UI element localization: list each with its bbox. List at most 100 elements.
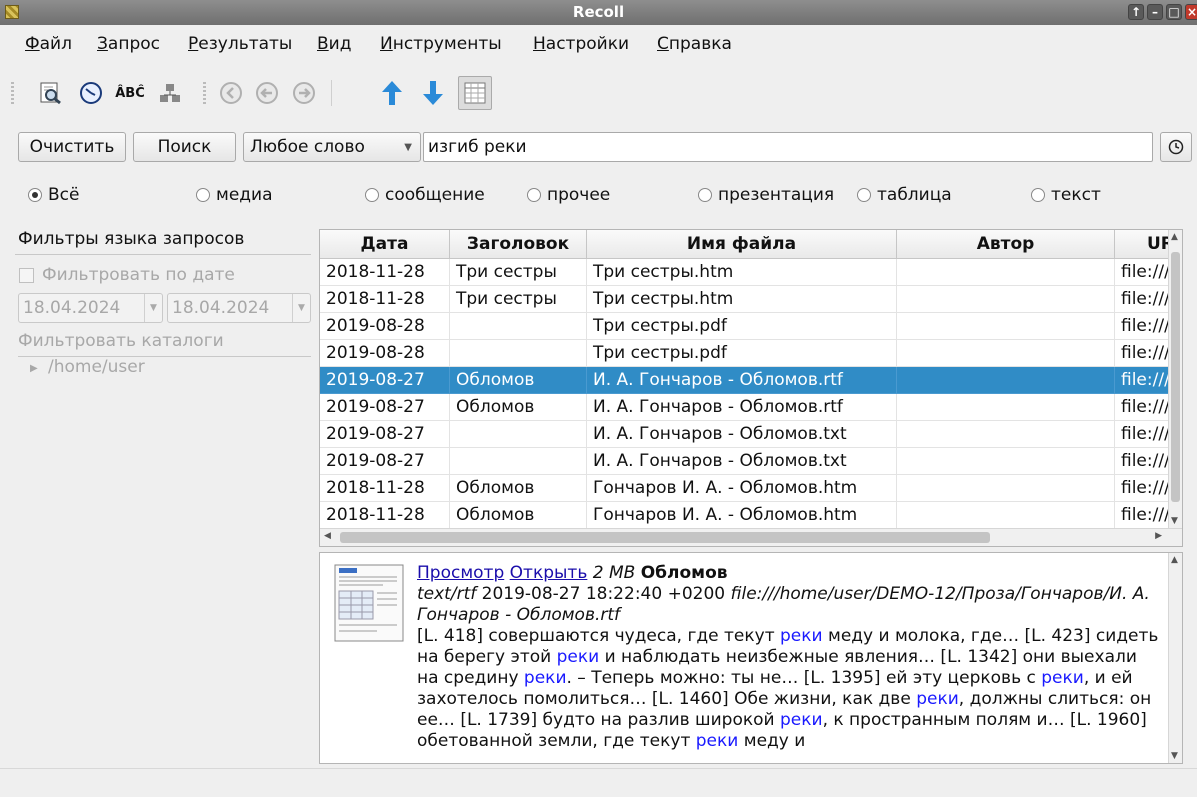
table-row[interactable]: 2019-08-28 Три сестры.pdf file:///h bbox=[320, 340, 1182, 367]
table-row[interactable]: 2018-11-28 Обломов Гончаров И. А. - Обломо… bbox=[320, 502, 1182, 529]
scroll-left-icon[interactable]: ◀ bbox=[324, 531, 331, 541]
open-link[interactable]: Открыть bbox=[510, 563, 588, 583]
sort-up-icon[interactable] bbox=[377, 78, 407, 108]
table-row[interactable]: 2019-08-27 Обломов И. А. Гончаров - Обломо… bbox=[320, 394, 1182, 421]
cell-file: Три сестры.htm bbox=[587, 259, 897, 286]
radio-spreadsheet[interactable]: таблица bbox=[857, 185, 952, 205]
history-dropdown-button[interactable] bbox=[1160, 132, 1192, 162]
toolbar-grip-2[interactable] bbox=[203, 82, 206, 104]
radio-text[interactable]: текст bbox=[1031, 185, 1101, 205]
toolbar-grip[interactable] bbox=[11, 82, 14, 104]
spelling-icon[interactable]: ÂBĈ bbox=[115, 78, 145, 108]
cell-title bbox=[450, 421, 587, 448]
cell-title: Обломов bbox=[450, 394, 587, 421]
radio-other[interactable]: прочее bbox=[527, 185, 610, 205]
cell-date: 2018-11-28 bbox=[320, 475, 450, 502]
toolbar: ÂBĈ bbox=[0, 68, 1197, 116]
cell-date: 2019-08-28 bbox=[320, 313, 450, 340]
search-input[interactable]: изгиб реки bbox=[423, 132, 1153, 162]
menu-settings[interactable]: Настройки bbox=[533, 34, 629, 54]
search-button[interactable]: Поиск bbox=[133, 132, 236, 162]
scroll-up-icon[interactable]: ▲ bbox=[1171, 555, 1178, 565]
scroll-right-icon[interactable]: ▶ bbox=[1155, 531, 1162, 541]
index-icon[interactable] bbox=[155, 78, 185, 108]
scroll-down-icon[interactable]: ▼ bbox=[1171, 751, 1178, 761]
result-datetime: 2019-08-27 18:22:40 +0200 bbox=[481, 584, 726, 604]
cell-file: Три сестры.pdf bbox=[587, 313, 897, 340]
table-row[interactable]: 2019-08-28 Три сестры.pdf file:///h bbox=[320, 313, 1182, 340]
menu-results[interactable]: Результаты bbox=[188, 34, 292, 54]
cell-date: 2019-08-28 bbox=[320, 340, 450, 367]
tree-expand-icon[interactable]: ▶ bbox=[30, 363, 38, 374]
cell-author bbox=[897, 502, 1115, 529]
scrollbar-thumb[interactable] bbox=[1171, 252, 1180, 502]
history-icon[interactable] bbox=[76, 78, 106, 108]
preview-vscrollbar[interactable]: ▲ ▼ bbox=[1168, 553, 1182, 763]
table-row[interactable]: 2018-11-28 Три сестры Три сестры.htm file:/… bbox=[320, 286, 1182, 313]
minimize-button[interactable]: – bbox=[1147, 4, 1163, 20]
menu-help[interactable]: Справка bbox=[657, 34, 732, 54]
close-button[interactable]: × bbox=[1185, 4, 1197, 20]
results-table: Дата Заголовок Имя файла Автор URL 2018-… bbox=[319, 229, 1183, 547]
col-filename[interactable]: Имя файла bbox=[587, 230, 897, 259]
menu-tools[interactable]: Инструменты bbox=[380, 34, 502, 54]
table-row[interactable]: 2019-08-27 Обломов И. А. Гончаров - Обломо… bbox=[320, 367, 1182, 394]
date-filter-checkbox[interactable] bbox=[19, 268, 34, 283]
cell-author bbox=[897, 421, 1115, 448]
back-icon[interactable] bbox=[216, 78, 246, 108]
scroll-down-icon[interactable]: ▼ bbox=[1171, 516, 1178, 526]
menu-file[interactable]: Файл bbox=[25, 34, 72, 54]
table-row[interactable]: 2018-11-28 Три сестры Три сестры.htm file:/… bbox=[320, 259, 1182, 286]
date-from-field[interactable]: 18.04.2024 ▼ bbox=[18, 293, 163, 323]
query-tool-icon[interactable] bbox=[35, 78, 65, 108]
highlighted-term: реки bbox=[916, 689, 959, 709]
cell-date: 2019-08-27 bbox=[320, 421, 450, 448]
radio-presentation[interactable]: презентация bbox=[698, 185, 834, 205]
cell-title: Обломов bbox=[450, 367, 587, 394]
cell-author bbox=[897, 394, 1115, 421]
cell-file: И. А. Гончаров - Обломов.txt bbox=[587, 421, 897, 448]
col-author[interactable]: Автор bbox=[897, 230, 1115, 259]
cell-title bbox=[450, 340, 587, 367]
prev-icon[interactable] bbox=[252, 78, 282, 108]
table-view-icon[interactable] bbox=[458, 76, 492, 110]
table-hscrollbar[interactable]: ◀ ▶ bbox=[320, 528, 1182, 546]
menu-query[interactable]: Запрос bbox=[97, 34, 160, 54]
search-mode-select[interactable]: Любое слово ▼ bbox=[243, 132, 421, 162]
maximize-button[interactable]: □ bbox=[1166, 4, 1182, 20]
col-title[interactable]: Заголовок bbox=[450, 230, 587, 259]
preview-text: Просмотр Открыть 2 MB Обломов text/rtf 2… bbox=[417, 563, 1162, 752]
preview-link[interactable]: Просмотр bbox=[417, 563, 504, 583]
radio-dot bbox=[527, 188, 541, 202]
cell-date: 2018-11-28 bbox=[320, 286, 450, 313]
date-from-value: 18.04.2024 bbox=[23, 298, 121, 318]
cell-file: И. А. Гончаров - Обломов.rtf bbox=[587, 394, 897, 421]
clear-button[interactable]: Очистить bbox=[18, 132, 126, 162]
table-row[interactable]: 2018-11-28 Обломов Гончаров И. А. - Обломо… bbox=[320, 475, 1182, 502]
dir-tree-item[interactable]: /home/user bbox=[48, 357, 145, 377]
next-icon[interactable] bbox=[289, 78, 319, 108]
cell-date: 2019-08-27 bbox=[320, 448, 450, 475]
cell-title: Обломов bbox=[450, 475, 587, 502]
table-vscrollbar[interactable]: ▲ ▼ bbox=[1168, 230, 1182, 528]
cell-file: И. А. Гончаров - Обломов.rtf bbox=[587, 367, 897, 394]
cell-author bbox=[897, 313, 1115, 340]
cell-title: Три сестры bbox=[450, 286, 587, 313]
menu-view[interactable]: Вид bbox=[317, 34, 351, 54]
keep-above-button[interactable]: ↑ bbox=[1128, 4, 1144, 20]
sort-down-icon[interactable] bbox=[418, 78, 448, 108]
date-filter-label: Фильтровать по дате bbox=[42, 265, 235, 285]
snippet-text: [L. 418] совершаются чудеса, где текут bbox=[417, 626, 781, 646]
date-to-field[interactable]: 18.04.2024 ▼ bbox=[167, 293, 311, 323]
radio-media[interactable]: медиа bbox=[196, 185, 273, 205]
radio-all[interactable]: Всё bbox=[28, 185, 79, 205]
result-snippet: [L. 418] совершаются чудеса, где текут р… bbox=[417, 626, 1162, 752]
table-row[interactable]: 2019-08-27 И. А. Гончаров - Обломов.txt fi… bbox=[320, 421, 1182, 448]
chevron-down-icon: ▼ bbox=[404, 142, 412, 153]
radio-message[interactable]: сообщение bbox=[365, 185, 485, 205]
h-scrollbar-thumb[interactable] bbox=[340, 532, 990, 543]
table-row[interactable]: 2019-08-27 И. А. Гончаров - Обломов.txt fi… bbox=[320, 448, 1182, 475]
scroll-up-icon[interactable]: ▲ bbox=[1171, 232, 1178, 242]
col-date[interactable]: Дата bbox=[320, 230, 450, 259]
highlighted-term: реки bbox=[780, 626, 823, 646]
